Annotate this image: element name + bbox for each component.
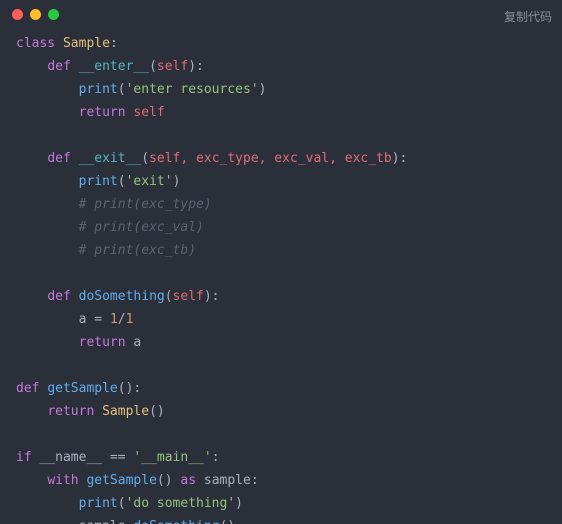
method-enter: __enter__	[79, 59, 149, 74]
string-literal: 'enter resources'	[126, 82, 259, 97]
string-literal: '__main__'	[133, 450, 211, 465]
string-literal: 'do something'	[126, 496, 236, 511]
string-literal: 'exit'	[126, 174, 173, 189]
method-exit: __exit__	[79, 151, 142, 166]
keyword-return: return	[47, 404, 94, 419]
keyword-class: class	[16, 36, 55, 51]
call-print: print	[79, 496, 118, 511]
keyword-def: def	[47, 151, 70, 166]
keyword-def: def	[47, 59, 70, 74]
window-controls	[12, 9, 59, 20]
comment: # print(exc_val)	[79, 220, 204, 235]
code-block: class Sample: def __enter__(self): print…	[0, 28, 562, 524]
maximize-icon[interactable]	[48, 9, 59, 20]
comment: # print(exc_type)	[79, 197, 212, 212]
class-name: Sample	[63, 36, 110, 51]
number: 1	[110, 312, 118, 327]
method-dosomething: doSomething	[79, 289, 165, 304]
keyword-def: def	[47, 289, 70, 304]
call-print: print	[79, 82, 118, 97]
call-print: print	[79, 174, 118, 189]
keyword-return: return	[79, 105, 126, 120]
keyword-as: as	[180, 473, 196, 488]
code-window: 复制代码 class Sample: def __enter__(self): …	[0, 0, 562, 524]
function-getsample: getSample	[47, 381, 117, 396]
minimize-icon[interactable]	[30, 9, 41, 20]
keyword-with: with	[47, 473, 78, 488]
comment: # print(exc_tb)	[79, 243, 196, 258]
close-icon[interactable]	[12, 9, 23, 20]
number: 1	[126, 312, 134, 327]
copy-code-button[interactable]: 复制代码	[504, 6, 552, 29]
keyword-def: def	[16, 381, 39, 396]
keyword-return: return	[79, 335, 126, 350]
window-titlebar: 复制代码	[0, 0, 562, 28]
keyword-if: if	[16, 450, 32, 465]
